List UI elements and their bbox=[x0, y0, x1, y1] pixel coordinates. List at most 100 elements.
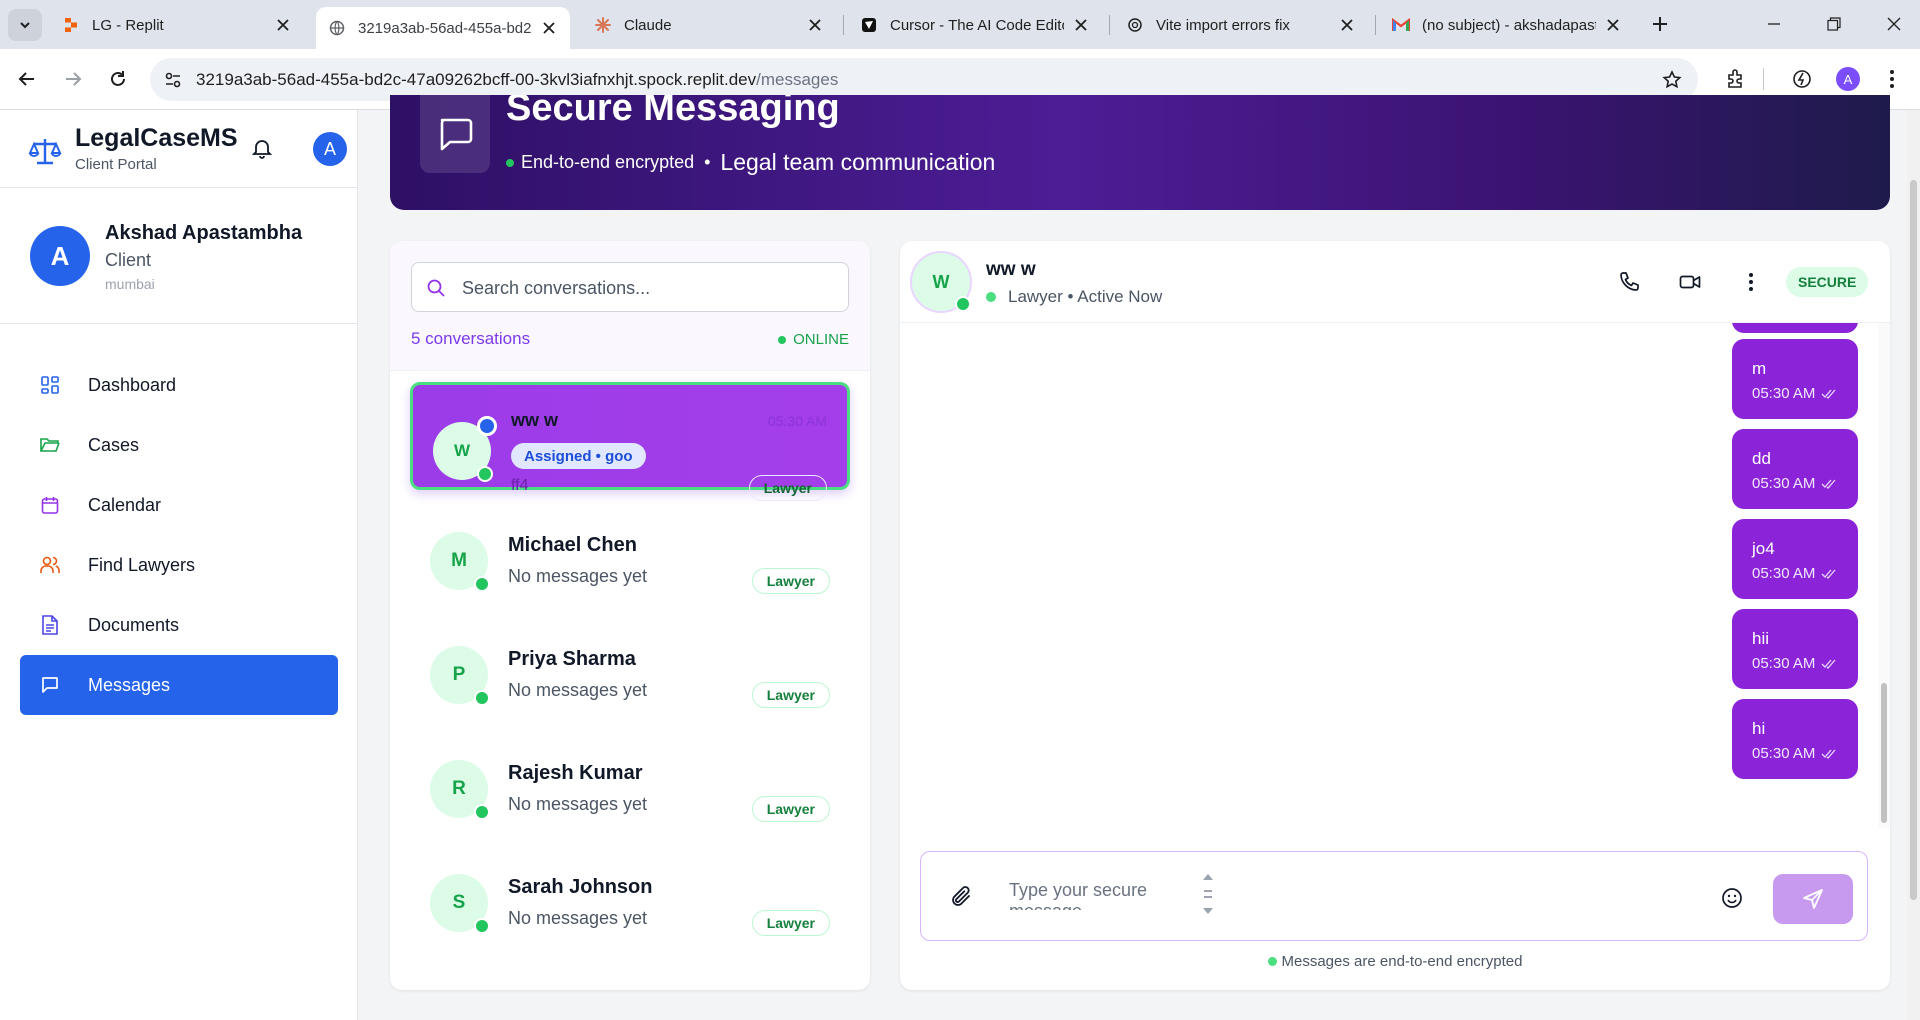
close-tab-icon[interactable] bbox=[540, 19, 558, 37]
more-options-button[interactable] bbox=[1738, 269, 1764, 295]
message-time-text: 05:30 AM bbox=[1752, 655, 1816, 672]
profile-button[interactable]: A bbox=[1834, 65, 1862, 93]
message-bubble: hi 05:30 AM bbox=[1732, 699, 1858, 779]
close-tab-icon[interactable] bbox=[274, 16, 292, 34]
resize-handle-icon[interactable] bbox=[1201, 872, 1215, 916]
scrollbar-thumb[interactable] bbox=[1910, 180, 1917, 900]
close-window-button[interactable] bbox=[1882, 12, 1906, 36]
role-badge: Lawyer bbox=[751, 796, 830, 822]
conversation-item-active[interactable]: W ww w 05:30 AM Assigned • goo ff4 Lawye… bbox=[410, 382, 850, 501]
message-input[interactable] bbox=[1009, 880, 1209, 910]
back-button[interactable] bbox=[12, 64, 42, 94]
online-indicator bbox=[955, 296, 971, 312]
browser-tab[interactable]: Vite import errors fix bbox=[1114, 7, 1368, 43]
sidebar-item-label: Cases bbox=[88, 434, 140, 455]
banner-subtitle: End-to-end encrypted • Legal team commun… bbox=[506, 149, 995, 176]
conversation-item[interactable]: R Rajesh Kumar No messages yet Lawyer bbox=[410, 730, 850, 838]
tab-search-button[interactable] bbox=[8, 9, 42, 41]
close-tab-icon[interactable] bbox=[1604, 16, 1622, 34]
emoji-icon[interactable] bbox=[1721, 887, 1743, 909]
avatar-initial: R bbox=[452, 778, 466, 799]
conversation-item[interactable]: M Michael Chen No messages yet Lawyer bbox=[410, 502, 850, 610]
sidebar-item-cases[interactable]: Cases bbox=[20, 415, 338, 475]
contact-name: Michael Chen bbox=[508, 534, 637, 556]
sidebar-item-label: Messages bbox=[88, 674, 171, 695]
separator: • bbox=[704, 152, 711, 172]
close-tab-icon[interactable] bbox=[1072, 16, 1090, 34]
send-icon bbox=[1803, 889, 1823, 909]
bell-icon[interactable] bbox=[250, 136, 274, 160]
avatar-initial: S bbox=[452, 892, 466, 913]
conversation-item[interactable]: P Priya Sharma No messages yet Lawyer bbox=[410, 616, 850, 724]
conversation-item[interactable]: S Sarah Johnson No messages yet Lawyer bbox=[410, 844, 850, 952]
chat-header: W ww w Lawyer • Active Now SECURE bbox=[900, 241, 1890, 323]
browser-tab[interactable]: (no subject) - akshadapast bbox=[1380, 7, 1634, 43]
browser-tab[interactable]: Claude bbox=[582, 7, 836, 43]
sidebar-item-find-lawyers[interactable]: Find Lawyers bbox=[20, 535, 338, 595]
url-path: /messages bbox=[756, 70, 839, 89]
paperclip-icon[interactable] bbox=[949, 885, 973, 909]
toolbar-divider bbox=[1762, 68, 1764, 90]
message-icon bbox=[40, 675, 60, 695]
tab-title: (no subject) - akshadapast bbox=[1422, 16, 1596, 34]
video-call-button[interactable] bbox=[1677, 269, 1703, 295]
claude-icon bbox=[594, 16, 612, 34]
banner-description: Legal team communication bbox=[720, 149, 996, 175]
performance-button[interactable] bbox=[1788, 65, 1816, 93]
forward-button[interactable] bbox=[58, 64, 88, 94]
avatar-initial: P bbox=[452, 664, 466, 685]
double-check-icon bbox=[1821, 569, 1836, 579]
double-check-icon bbox=[1821, 479, 1836, 489]
avatar: M bbox=[430, 532, 490, 592]
new-tab-button[interactable] bbox=[1648, 12, 1672, 36]
online-indicator bbox=[474, 918, 490, 934]
site-info-icon[interactable] bbox=[162, 69, 184, 91]
sidebar-item-calendar[interactable]: Calendar bbox=[20, 475, 338, 535]
role-badge: Lawyer bbox=[751, 568, 830, 594]
sidebar-item-label: Documents bbox=[88, 614, 180, 635]
app-subtitle: Client Portal bbox=[75, 156, 157, 173]
sidebar-item-documents[interactable]: Documents bbox=[20, 595, 338, 655]
browser-tab[interactable]: LG - Replit bbox=[50, 7, 304, 43]
sidebar-item-label: Dashboard bbox=[88, 374, 177, 395]
role-badge: Lawyer bbox=[751, 910, 830, 936]
send-button[interactable] bbox=[1773, 874, 1853, 924]
reload-button[interactable] bbox=[103, 64, 133, 94]
message-scrollbar[interactable] bbox=[1878, 323, 1890, 828]
browser-menu-button[interactable] bbox=[1878, 65, 1906, 93]
message-bubble: m 05:30 AM bbox=[1732, 339, 1858, 419]
minimize-button[interactable] bbox=[1762, 12, 1786, 36]
online-indicator bbox=[477, 466, 493, 482]
app-header: LegalCaseMS Client Portal A bbox=[0, 110, 358, 188]
message-text: hii bbox=[1752, 629, 1770, 648]
status-dot bbox=[778, 335, 787, 344]
arrow-left-icon bbox=[18, 72, 34, 86]
sidebar-nav: Dashboard Cases Calendar Find Lawyers Do… bbox=[20, 355, 338, 715]
bookmark-star-icon[interactable] bbox=[1660, 68, 1684, 92]
page-scrollbar[interactable] bbox=[1907, 110, 1920, 1020]
restore-button[interactable] bbox=[1822, 12, 1846, 36]
call-button[interactable] bbox=[1616, 269, 1642, 295]
tab-title: 3219a3ab-56ad-455a-bd2c bbox=[358, 19, 532, 37]
contact-name: ww w bbox=[986, 259, 1036, 280]
browser-tab[interactable]: Cursor - The AI Code Edito bbox=[848, 7, 1102, 43]
extensions-button[interactable] bbox=[1722, 65, 1750, 93]
user-menu-avatar[interactable]: A bbox=[313, 132, 347, 166]
chat-panel: W ww w Lawyer • Active Now SECURE m 05:3… bbox=[900, 241, 1890, 990]
close-tab-icon[interactable] bbox=[806, 16, 824, 34]
restore-icon bbox=[1827, 17, 1841, 31]
scrollbar-thumb[interactable] bbox=[1881, 683, 1887, 823]
browser-tab-active[interactable]: 3219a3ab-56ad-455a-bd2c bbox=[316, 7, 570, 49]
tab-title: Claude bbox=[624, 16, 672, 34]
chevron-down-icon bbox=[20, 22, 30, 29]
search-icon bbox=[427, 279, 445, 297]
sidebar-item-messages[interactable]: Messages bbox=[20, 655, 338, 715]
cursor-icon bbox=[860, 16, 878, 34]
sidebar-item-dashboard[interactable]: Dashboard bbox=[20, 355, 338, 415]
status-dot bbox=[506, 158, 514, 167]
search-box[interactable] bbox=[411, 262, 849, 312]
search-input[interactable] bbox=[462, 275, 832, 301]
message-composer bbox=[920, 851, 1868, 941]
video-icon bbox=[1679, 275, 1701, 289]
close-tab-icon[interactable] bbox=[1338, 16, 1356, 34]
